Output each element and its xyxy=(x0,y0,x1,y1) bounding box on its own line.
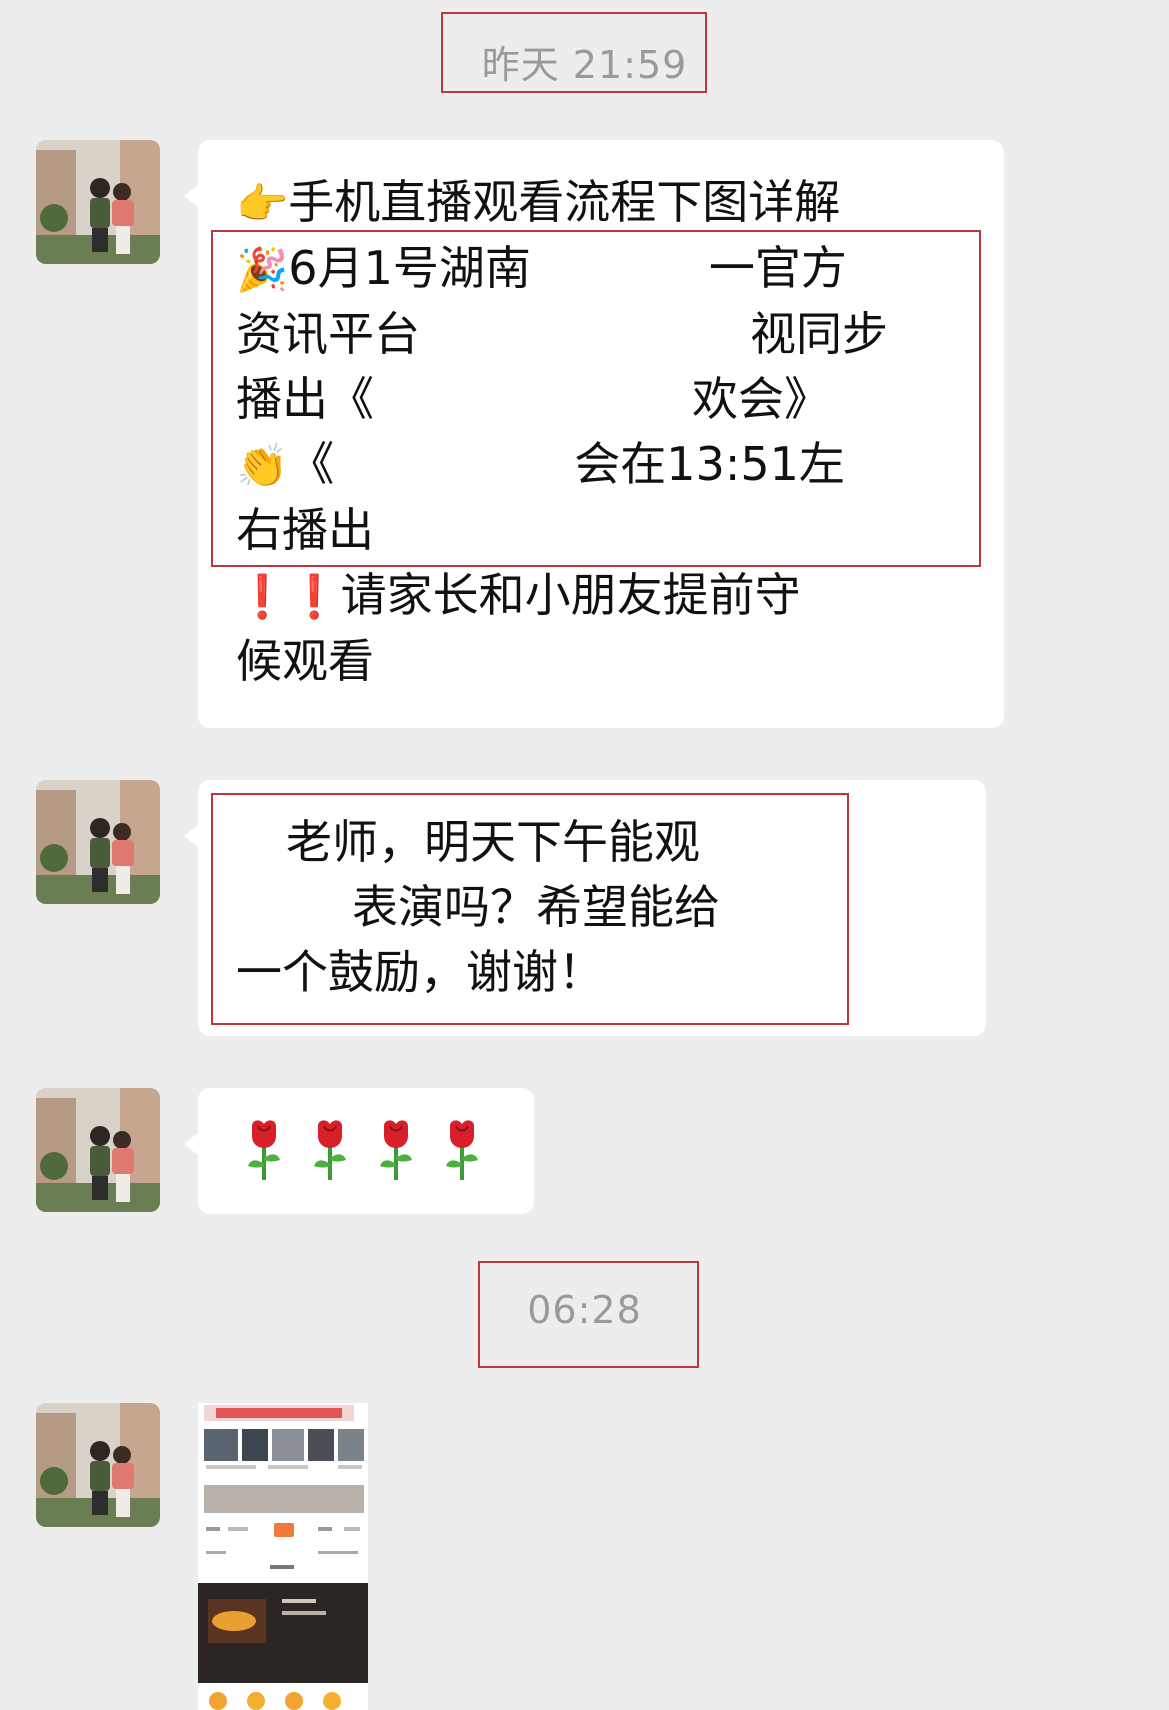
message-line: 候观看 xyxy=(236,634,374,688)
rose-icon xyxy=(248,1120,280,1180)
message-bubble-announcement[interactable]: 👉手机直播观看流程下图详解 🎉6月1号湖南 一官方 资讯平台 视同步 播出《 欢会》 … xyxy=(184,140,1004,728)
app-screenshot-thumbnail xyxy=(198,1403,368,1710)
avatar-photo xyxy=(36,780,160,904)
clapping-hands-icon: 👏 xyxy=(236,441,289,490)
flowers-row xyxy=(198,1088,534,1182)
rose-icon xyxy=(380,1120,412,1180)
message-bubble-request[interactable]: 老师，明天下午能观 表演吗？希望能给 一个鼓励，谢谢！ xyxy=(184,780,986,1036)
red-exclamation-icon: ❗ xyxy=(288,572,341,621)
timestamp-text: 昨天 21:59 xyxy=(481,43,688,87)
message-line: 资讯平台 视同步 xyxy=(236,302,1004,367)
avatar[interactable] xyxy=(36,140,160,264)
message-bubble-flowers[interactable] xyxy=(184,1088,534,1214)
avatar-photo xyxy=(36,1088,160,1212)
avatar-photo xyxy=(36,1403,160,1527)
redaction xyxy=(236,882,352,939)
message-line: 👉手机直播观看流程下图详解 xyxy=(236,170,1004,236)
message-line: 表演吗？希望能给 xyxy=(236,875,986,940)
rose-icon xyxy=(314,1120,346,1180)
avatar[interactable] xyxy=(36,1088,160,1212)
redaction xyxy=(530,243,709,300)
avatar-photo xyxy=(36,140,160,264)
message-line: 右播出 xyxy=(236,503,374,557)
redaction xyxy=(334,439,575,496)
avatar[interactable] xyxy=(36,780,160,904)
timestamp-morning: 06:28 xyxy=(0,1276,1169,1344)
message-line: 老师，明天下午能观 xyxy=(286,815,700,869)
redaction xyxy=(420,309,750,366)
avatar[interactable] xyxy=(36,1403,160,1527)
backhand-index-pointing-right-icon: 👉 xyxy=(236,179,289,228)
timestamp-yesterday: 昨天 21:59 xyxy=(0,22,1169,101)
rose-icon xyxy=(446,1120,478,1180)
redaction xyxy=(374,374,692,431)
message-line: 🎉6月1号湖南 一官方 xyxy=(236,236,1004,302)
message-line: ❗❗请家长和小朋友提前守 xyxy=(236,563,1004,629)
image-message-app-screenshot[interactable] xyxy=(198,1403,368,1710)
message-line: 👏《 会在13:51左 xyxy=(236,432,1004,498)
red-exclamation-icon: ❗ xyxy=(236,572,289,621)
message-line: 播出《 欢会》 xyxy=(236,367,1004,432)
party-popper-icon: 🎉 xyxy=(236,245,289,294)
timestamp-text: 06:28 xyxy=(527,1288,642,1332)
message-line: 一个鼓励，谢谢！ xyxy=(236,945,604,999)
